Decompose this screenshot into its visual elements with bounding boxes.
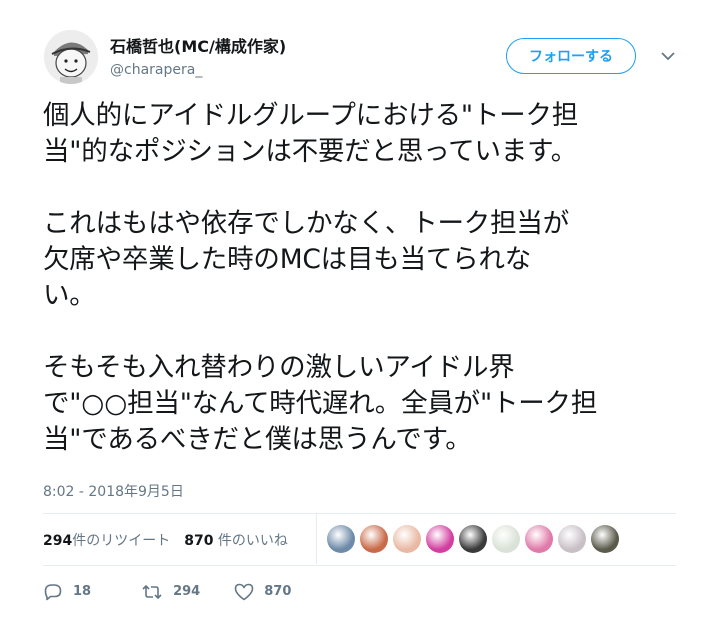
stats-separator	[316, 514, 317, 564]
chevron-down-icon[interactable]	[658, 46, 678, 66]
follow-button[interactable]: フォローする	[506, 38, 636, 74]
avatar-illustration	[44, 30, 98, 84]
tweet-line: 当"であるべきだと僕は思うんです。	[43, 424, 472, 455]
retweet-icon	[142, 584, 162, 599]
liker-avatar-2[interactable]	[360, 525, 388, 553]
retweet-count: 294	[173, 584, 201, 599]
reply-button[interactable]: 18	[43, 582, 91, 601]
tweet-paragraph: 個人的にアイドルグループにおける"トーク担 当"的なポジションは不要だと思ってい…	[43, 98, 683, 170]
tweet-paragraph: そもそも入れ替わりの激しいアイドル界 で"○○担当"なんて時代遅れ。全員が"トー…	[43, 350, 683, 458]
user-handle[interactable]: @charapera_	[110, 61, 202, 79]
liker-avatar-3[interactable]	[393, 525, 421, 553]
tweet-line: 当"的なポジションは不要だと思っています。	[43, 136, 578, 167]
tweet-line: い。	[43, 280, 96, 311]
retweet-stat[interactable]: 294件のリツイート	[43, 530, 170, 550]
tweet-line: で"○○担当"なんて時代遅れ。全員が"トーク担	[43, 388, 598, 419]
liker-avatars	[327, 525, 624, 553]
tweet-timestamp[interactable]: 8:02 - 2018年9月5日	[43, 481, 184, 501]
like-button[interactable]: 870	[234, 583, 291, 601]
like-stat-label: 件のいいね	[217, 533, 288, 549]
tweet-line: 個人的にアイドルグループにおける"トーク担	[43, 100, 579, 131]
retweet-stat-label: 件のリツイート	[72, 533, 171, 549]
tweet-actions: 18 294 870	[43, 582, 321, 601]
like-stat-count: 870	[184, 533, 214, 549]
retweet-stat-count: 294	[43, 533, 73, 549]
divider	[43, 513, 676, 514]
retweet-button[interactable]: 294	[141, 584, 200, 600]
tweet-line: 欠席や卒業した時のMCは目も当てられな	[43, 244, 532, 275]
tweet-line: そもそも入れ替わりの激しいアイドル界	[43, 352, 515, 383]
reply-count: 18	[73, 584, 92, 599]
liker-avatar-6[interactable]	[492, 525, 520, 553]
liker-avatar-5[interactable]	[459, 525, 487, 553]
reply-icon	[44, 584, 62, 601]
engagement-stats: 294件のリツイート 870 件のいいね	[43, 530, 288, 550]
liker-avatar-8[interactable]	[558, 525, 586, 553]
heart-icon	[234, 583, 254, 600]
liker-avatar-4[interactable]	[426, 525, 454, 553]
liker-avatar-7[interactable]	[525, 525, 553, 553]
tweet-line: これはもはや依存でしかなく、トーク担当が	[43, 208, 569, 239]
tweet-paragraph: これはもはや依存でしかなく、トーク担当が 欠席や卒業した時のMCは目も当てられな…	[43, 206, 683, 314]
user-avatar[interactable]	[44, 30, 98, 84]
liker-avatar-1[interactable]	[327, 525, 355, 553]
like-count: 870	[264, 584, 292, 599]
like-stat[interactable]: 870 件のいいね	[184, 530, 288, 550]
liker-avatar-9[interactable]	[591, 525, 619, 553]
user-display-name[interactable]: 石橋哲也(MC/構成作家)	[110, 37, 286, 57]
tweet-text: 個人的にアイドルグループにおける"トーク担 当"的なポジションは不要だと思ってい…	[43, 98, 683, 458]
divider	[43, 565, 676, 566]
